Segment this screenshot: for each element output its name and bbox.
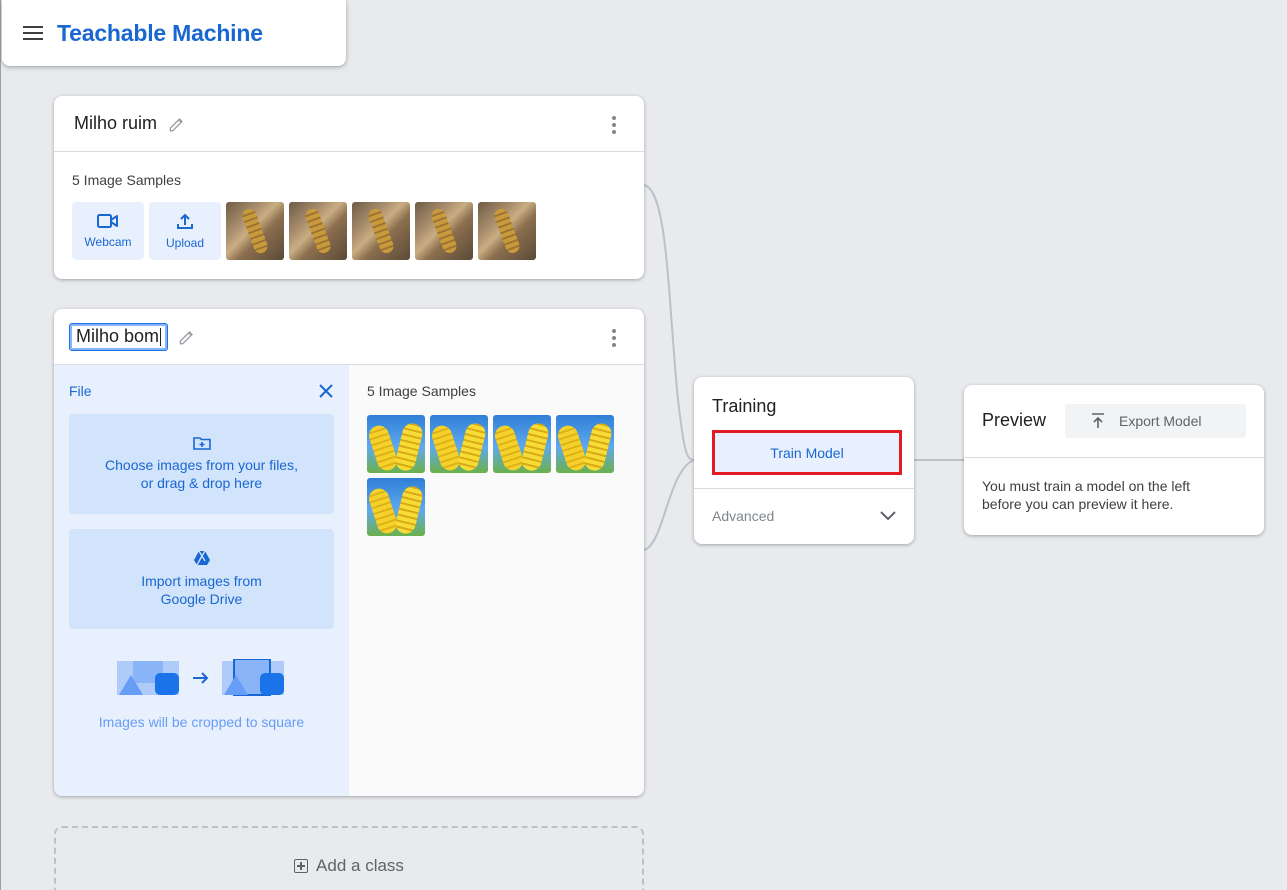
drive-line2: Google Drive [160,591,243,607]
app-header: Teachable Machine [2,0,346,66]
sample-grid [367,415,617,536]
divider [964,457,1264,458]
samples-label: 5 Image Samples [367,383,476,399]
add-class-label: Add a class [316,856,404,875]
close-icon[interactable] [317,382,335,400]
class-card-milho-ruim: Milho ruim 5 Image Samples Webcam Upload [54,96,644,279]
sample-thumbnail[interactable] [493,415,551,473]
webcam-label: Webcam [84,235,132,249]
advanced-toggle[interactable]: Advanced [712,499,896,533]
preview-title: Preview [982,410,1047,430]
chevron-down-icon [880,511,896,521]
text-caret [160,327,162,346]
sample-thumbnail[interactable] [478,202,536,260]
crop-illustration [117,659,284,696]
crop-note: Images will be cropped to square [98,714,305,730]
pencil-icon[interactable] [177,327,197,347]
choose-files-dropzone[interactable]: Choose images from your files, or drag &… [69,414,334,514]
export-icon [1092,413,1104,428]
more-vert-icon[interactable] [608,116,620,134]
drive-line1: Import images from [141,573,262,589]
upload-button[interactable]: Upload [149,202,221,260]
training-title: Training [712,396,777,416]
export-model-label: Export Model [1119,413,1202,429]
arrow-right-icon [193,672,209,684]
folder-add-icon [192,437,211,450]
app-title[interactable]: Teachable Machine [57,20,263,47]
samples-label: 5 Image Samples [72,172,181,188]
sample-thumbnail[interactable] [367,415,425,473]
choose-files-line1: Choose images from your files, [105,457,298,473]
class-card-header: Milho bom [54,309,644,365]
add-box-icon [294,859,309,873]
sample-thumbnail[interactable] [415,202,473,260]
preview-card: Preview Export Model You must train a mo… [964,385,1264,535]
samples-panel: 5 Image Samples [349,365,644,796]
menu-icon[interactable] [23,26,43,40]
more-vert-icon[interactable] [608,329,620,347]
sample-thumbnail[interactable] [226,202,284,260]
webcam-button[interactable]: Webcam [72,202,144,260]
sample-row: Webcam Upload [72,202,536,260]
upload-icon [177,213,193,229]
class-name-value: Milho bom [76,326,160,346]
divider [694,488,914,489]
choose-files-line2: or drag & drop here [140,475,263,491]
export-model-button[interactable]: Export Model [1065,404,1246,438]
sample-thumbnail[interactable] [367,478,425,536]
preview-message: You must train a model on the left befor… [982,478,1191,512]
advanced-label: Advanced [712,508,775,524]
file-label: File [69,383,92,399]
sample-thumbnail[interactable] [430,415,488,473]
google-drive-button[interactable]: Import images from Google Drive [69,529,334,629]
class-card-milho-bom: Milho bom File Choose images from your f… [54,309,644,796]
class-name-input[interactable]: Milho bom [68,322,169,351]
pencil-icon[interactable] [167,114,187,134]
sample-thumbnail[interactable] [556,415,614,473]
class-name[interactable]: Milho ruim [74,113,157,134]
webcam-icon [97,214,118,228]
file-upload-panel: File Choose images from your files, or d… [54,365,349,796]
train-model-button-highlight: Train Model [712,430,902,475]
sample-thumbnail[interactable] [289,202,347,260]
upload-label: Upload [165,236,205,250]
train-model-button[interactable]: Train Model [715,433,899,472]
sample-thumbnail[interactable] [352,202,410,260]
add-class-button[interactable]: Add a class [54,826,644,890]
class-card-header: Milho ruim [54,96,644,152]
google-drive-icon [193,550,210,566]
